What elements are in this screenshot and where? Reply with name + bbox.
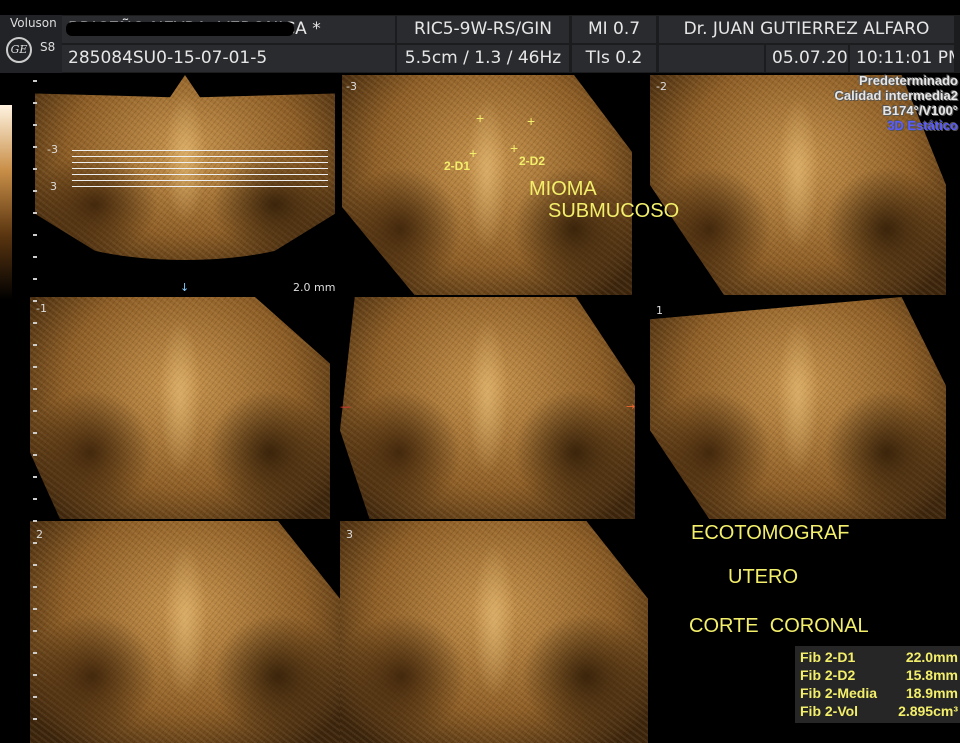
redaction-mark [66,22,294,36]
measurement-value: 18.9mm [905,685,958,701]
depth-tick [33,344,37,346]
brand-label: Voluson [10,16,57,30]
note-corte-coronal: CORTE CORONAL [689,615,869,637]
patient-id: 285084SU0-15-07-01-5 [62,45,395,72]
slice-line [72,168,328,169]
measurement-label: Fib 2-Media [800,685,878,701]
slice-line [72,162,328,163]
caliper-icon: + [527,113,536,129]
depth-tick [33,124,37,126]
measurement-row: Fib 2-Vol 2.895cm³ [800,702,960,720]
device-logo: Voluson GE S8 [0,15,62,73]
depth-tick [33,498,37,500]
depth-tick [33,586,37,588]
slice-panel-1[interactable] [650,297,946,519]
depth-tick [33,520,37,522]
caliper-icon: + [510,140,519,156]
depth-tick [33,454,37,456]
right-marker-icon: → [626,400,636,413]
depth-tick [33,278,37,280]
depth-tick [33,168,37,170]
down-arrow-icon: ↓ [180,281,190,294]
depth-tick [33,410,37,412]
measurement-label: Fib 2-D2 [800,667,856,683]
panel-label: -1 [36,302,47,315]
measurement-label: Fib 2-D1 [800,649,856,665]
panel-label: -3 [346,80,357,93]
panel-label: 2 [36,528,43,541]
measurement-value: 2.895cm³ [898,703,958,719]
depth-tick [33,388,37,390]
annotation-mioma: MIOMA [529,178,597,200]
left-marker-icon: — [340,400,351,413]
mi-value: MI 0.7 [572,16,656,43]
measurement-value: 22.0mm [905,649,958,665]
slice-panel-center[interactable] [340,297,635,519]
depth-tick [33,630,37,632]
depth-tick [33,674,37,676]
measurement-label: Fib 2-Vol [800,703,859,719]
caliper-label-d2: 2-D2 [519,154,546,168]
depth-tick [33,322,37,324]
caliper-icon: + [476,110,485,126]
measurement-row: Fib 2-D1 22.0mm [800,648,960,666]
probe-label: RIC5-9W-RS/GIN [397,16,569,43]
depth-tick [33,234,37,236]
depth-tick [33,432,37,434]
depth-tick [33,300,37,302]
depth-tick [33,102,37,104]
preset-label: Predeterminado [859,73,958,88]
depth-info: 5.5cm / 1.3 / 46Hz [397,45,569,72]
panel-label: 1 [656,304,663,317]
slice-panel-3[interactable] [340,521,648,743]
quality-label: Calidad intermedia2 [834,88,958,103]
grayscale-bar [0,105,12,300]
slice-line [72,156,328,157]
note-ecotomograf: ECOTOMOGRAF [691,522,850,544]
depth-tick [33,146,37,148]
measurement-value: 15.8mm [905,667,958,683]
depth-tick [33,366,37,368]
note-utero: UTERO [728,566,798,588]
depth-tick [33,696,37,698]
slice-line [72,180,328,181]
measurement-row: Fib 2-D2 15.8mm [800,666,960,684]
blank-cell [659,45,764,72]
caliper-icon: + [469,145,478,161]
angles-label: B174°/V100° [882,103,958,118]
annotation-submucoso: SUBMUCOSO [548,200,680,222]
depth-tick [33,80,37,82]
depth-tick [33,256,37,258]
depth-tick [33,652,37,654]
mode-label: 3D Estático [887,118,958,133]
overview-top-label: -3 [47,143,58,156]
depth-tick [33,190,37,192]
depth-tick [33,542,37,544]
panel-label: -2 [656,80,667,93]
slice-line [72,186,328,187]
slice-line [72,174,328,175]
slice-panel-2[interactable] [30,521,340,743]
depth-tick [33,212,37,214]
model-label: S8 [40,40,56,54]
caliper-label-d1: 2-D1 [444,159,471,173]
depth-tick [33,718,37,720]
depth-tick [33,476,37,478]
overview-bottom-label: 3 [50,180,57,193]
measurement-table: Fib 2-D1 22.0mm Fib 2-D2 15.8mm Fib 2-Medi… [795,646,960,723]
doctor-name: Dr. JUAN GUTIERREZ ALFARO [659,16,954,43]
depth-tick [33,608,37,610]
tis-value: TIs 0.2 [572,45,656,72]
ge-logo-icon: GE [6,37,32,63]
panel-label: 3 [346,528,353,541]
exam-time: 10:11:01 PM [850,45,954,72]
scale-label: 2.0 mm [293,281,336,294]
measurement-row: Fib 2-Media 18.9mm [800,684,960,702]
slice-line [72,150,328,151]
depth-tick [33,564,37,566]
exam-date: 05.07.2016 [766,45,848,72]
slice-panel-minus1[interactable] [30,297,330,519]
